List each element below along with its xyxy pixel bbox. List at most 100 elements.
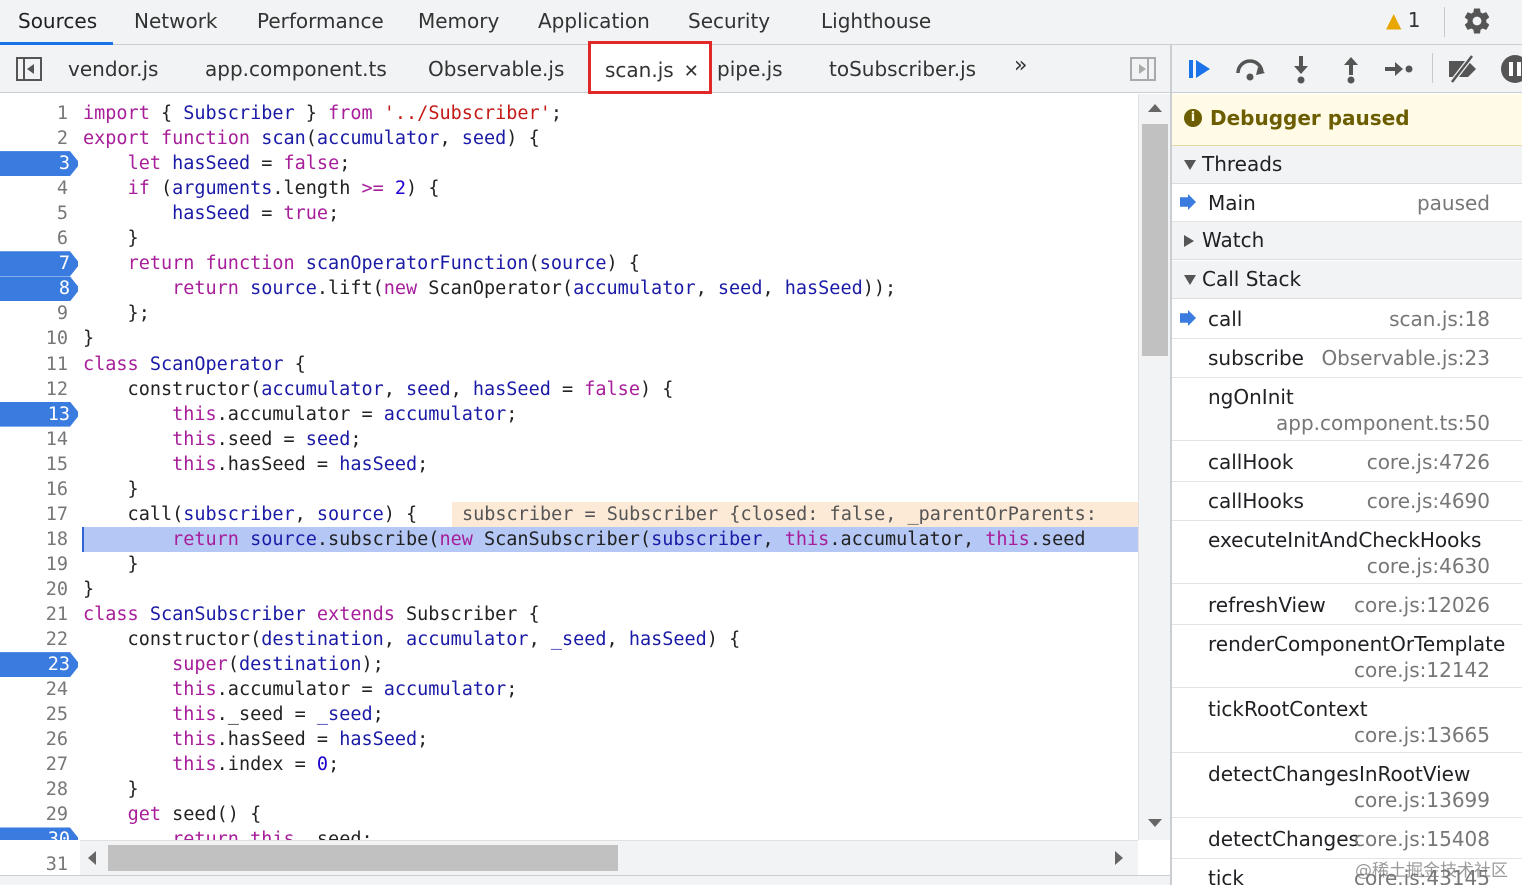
line-number[interactable]: 24 (0, 677, 76, 702)
call-frame[interactable]: callHooks core.js:4690 (1172, 482, 1522, 521)
code-line[interactable]: 12 constructor(accumulator, seed, hasSee… (0, 377, 1138, 402)
line-number[interactable]: 26 (0, 727, 76, 752)
thread-item-main[interactable]: Main paused (1172, 184, 1522, 222)
pause-on-exceptions-icon[interactable] (1498, 53, 1522, 85)
file-tab-scan[interactable]: scan.js ✕ (588, 41, 712, 94)
frame-location[interactable]: core.js:4630 (1367, 554, 1490, 578)
line-number[interactable]: 5 (0, 201, 76, 226)
call-frame[interactable]: callHook core.js:4726 (1172, 443, 1522, 482)
call-frame[interactable]: detectChanges core.js:15408 (1172, 820, 1522, 859)
tab-performance[interactable]: Performance (257, 0, 384, 45)
line-number[interactable]: 2 (0, 126, 76, 151)
tab-application[interactable]: Application (538, 0, 650, 45)
code-line[interactable]: 4 if (arguments.length >= 2) { (0, 176, 1138, 201)
line-number[interactable]: 28 (0, 777, 76, 802)
breakpoint-marker[interactable]: 30 (0, 827, 78, 840)
line-number[interactable]: 18 (0, 527, 76, 552)
close-icon[interactable]: ✕ (684, 61, 699, 82)
line-number[interactable]: 16 (0, 477, 76, 502)
code-line[interactable]: 7 return function scanOperatorFunction(s… (0, 251, 1138, 277)
line-number[interactable]: 15 (0, 452, 76, 477)
breakpoint-marker[interactable]: 8 (0, 276, 78, 302)
tab-network[interactable]: Network (134, 0, 218, 45)
code-line[interactable]: 10} (0, 326, 1138, 351)
line-number[interactable]: 29 (0, 802, 76, 827)
watch-section-header[interactable]: Watch (1172, 222, 1522, 260)
frame-location[interactable]: core.js:13665 (1354, 723, 1490, 747)
code-line[interactable]: 24 this.accumulator = accumulator; (0, 677, 1138, 702)
code-line[interactable]: 27 this.index = 0; (0, 752, 1138, 777)
frame-location[interactable]: core.js:4726 (1367, 450, 1490, 474)
line-number[interactable]: 1 (0, 101, 76, 126)
code-line[interactable]: 6 } (0, 226, 1138, 251)
line-number[interactable]: 22 (0, 627, 76, 652)
code-line[interactable]: 5 hasSeed = true; (0, 201, 1138, 226)
line-number[interactable]: 12 (0, 377, 76, 402)
code-line[interactable]: 3 let hasSeed = false; (0, 151, 1138, 177)
toggle-navigator-icon[interactable] (16, 57, 42, 81)
line-number[interactable]: 19 (0, 552, 76, 577)
editor-horizontal-scrollbar[interactable] (80, 840, 1138, 875)
toggle-debugger-icon[interactable] (1130, 57, 1156, 81)
step-out-icon[interactable] (1334, 53, 1368, 85)
frame-location[interactable]: Observable.js:23 (1321, 346, 1490, 370)
code-line[interactable]: 26 this.hasSeed = hasSeed; (0, 727, 1138, 752)
step-into-icon[interactable] (1284, 53, 1318, 85)
code-line[interactable]: 23 super(destination); (0, 652, 1138, 678)
code-line[interactable]: 29 get seed() { (0, 802, 1138, 827)
threads-section-header[interactable]: Threads (1172, 146, 1522, 184)
tab-sources[interactable]: Sources (0, 0, 113, 45)
call-frame[interactable]: subscribe Observable.js:23 (1172, 339, 1522, 378)
line-number[interactable]: 6 (0, 226, 76, 251)
step-icon[interactable] (1382, 53, 1416, 85)
deactivate-breakpoints-icon[interactable] (1446, 53, 1480, 85)
code-editor[interactable]: 1 import { Subscriber } from '../Subscrib… (0, 94, 1138, 840)
code-line[interactable]: 9 }; (0, 301, 1138, 326)
call-frame[interactable]: renderComponentOrTemplate core.js:12142 (1172, 625, 1522, 688)
code-line[interactable]: 25 this._seed = _seed; (0, 702, 1138, 727)
code-line[interactable]: 2 export function scan(accumulator, seed)… (0, 126, 1138, 151)
callstack-section-header[interactable]: Call Stack (1172, 261, 1522, 299)
frame-location[interactable]: core.js:12026 (1354, 593, 1490, 617)
frame-location[interactable]: core.js:4690 (1367, 489, 1490, 513)
frame-location[interactable]: app.component.ts:50 (1276, 411, 1490, 435)
more-tabs-icon[interactable]: » (1014, 53, 1027, 78)
gear-icon[interactable] (1462, 6, 1492, 36)
code-line[interactable]: 16 } (0, 477, 1138, 502)
call-frame[interactable]: executeInitAndCheckHooks core.js:4630 (1172, 521, 1522, 584)
breakpoint-marker[interactable]: 3 (0, 151, 78, 177)
code-line[interactable]: 17 call(subscriber, source) {subscriber … (0, 501, 1138, 527)
code-line[interactable]: 15 this.hasSeed = hasSeed; (0, 452, 1138, 477)
editor-vertical-scrollbar[interactable] (1138, 94, 1170, 840)
scroll-down-icon[interactable] (1148, 819, 1162, 827)
scroll-right-icon[interactable] (1115, 851, 1123, 865)
call-frame[interactable]: ngOnInit app.component.ts:50 (1172, 378, 1522, 441)
tab-security[interactable]: Security (688, 0, 770, 45)
line-number[interactable]: 4 (0, 176, 76, 201)
tab-lighthouse[interactable]: Lighthouse (821, 0, 931, 45)
scroll-left-icon[interactable] (88, 851, 96, 865)
resume-icon[interactable] (1184, 53, 1218, 85)
file-tab-app-component[interactable]: app.component.ts (205, 45, 387, 93)
line-number[interactable]: 20 (0, 577, 76, 602)
tab-memory[interactable]: Memory (418, 0, 499, 45)
file-tab-tosubscriber[interactable]: toSubscriber.js (829, 45, 976, 93)
frame-location[interactable]: scan.js:18 (1389, 307, 1490, 331)
code-line[interactable]: 30 return this._seed; (0, 827, 1138, 840)
code-line[interactable]: 28 } (0, 777, 1138, 802)
line-number[interactable]: 27 (0, 752, 76, 777)
line-number[interactable]: 9 (0, 301, 76, 326)
breakpoint-marker[interactable]: 23 (0, 652, 78, 678)
code-line[interactable]: 8 return source.lift(new ScanOperator(ac… (0, 276, 1138, 302)
call-frame[interactable]: call scan.js:18 (1172, 300, 1522, 339)
frame-location[interactable]: core.js:12142 (1354, 658, 1490, 682)
code-line[interactable]: 1 import { Subscriber } from '../Subscrib… (0, 101, 1138, 126)
scroll-up-icon[interactable] (1148, 104, 1162, 112)
call-frame[interactable]: detectChangesInRootView core.js:13699 (1172, 755, 1522, 818)
breakpoint-marker[interactable]: 13 (0, 401, 78, 427)
line-number[interactable]: 31 (0, 852, 76, 877)
line-number[interactable]: 25 (0, 702, 76, 727)
line-number[interactable]: 14 (0, 427, 76, 452)
call-frame[interactable]: tickRootContext core.js:13665 (1172, 690, 1522, 753)
step-over-icon[interactable] (1234, 53, 1268, 85)
